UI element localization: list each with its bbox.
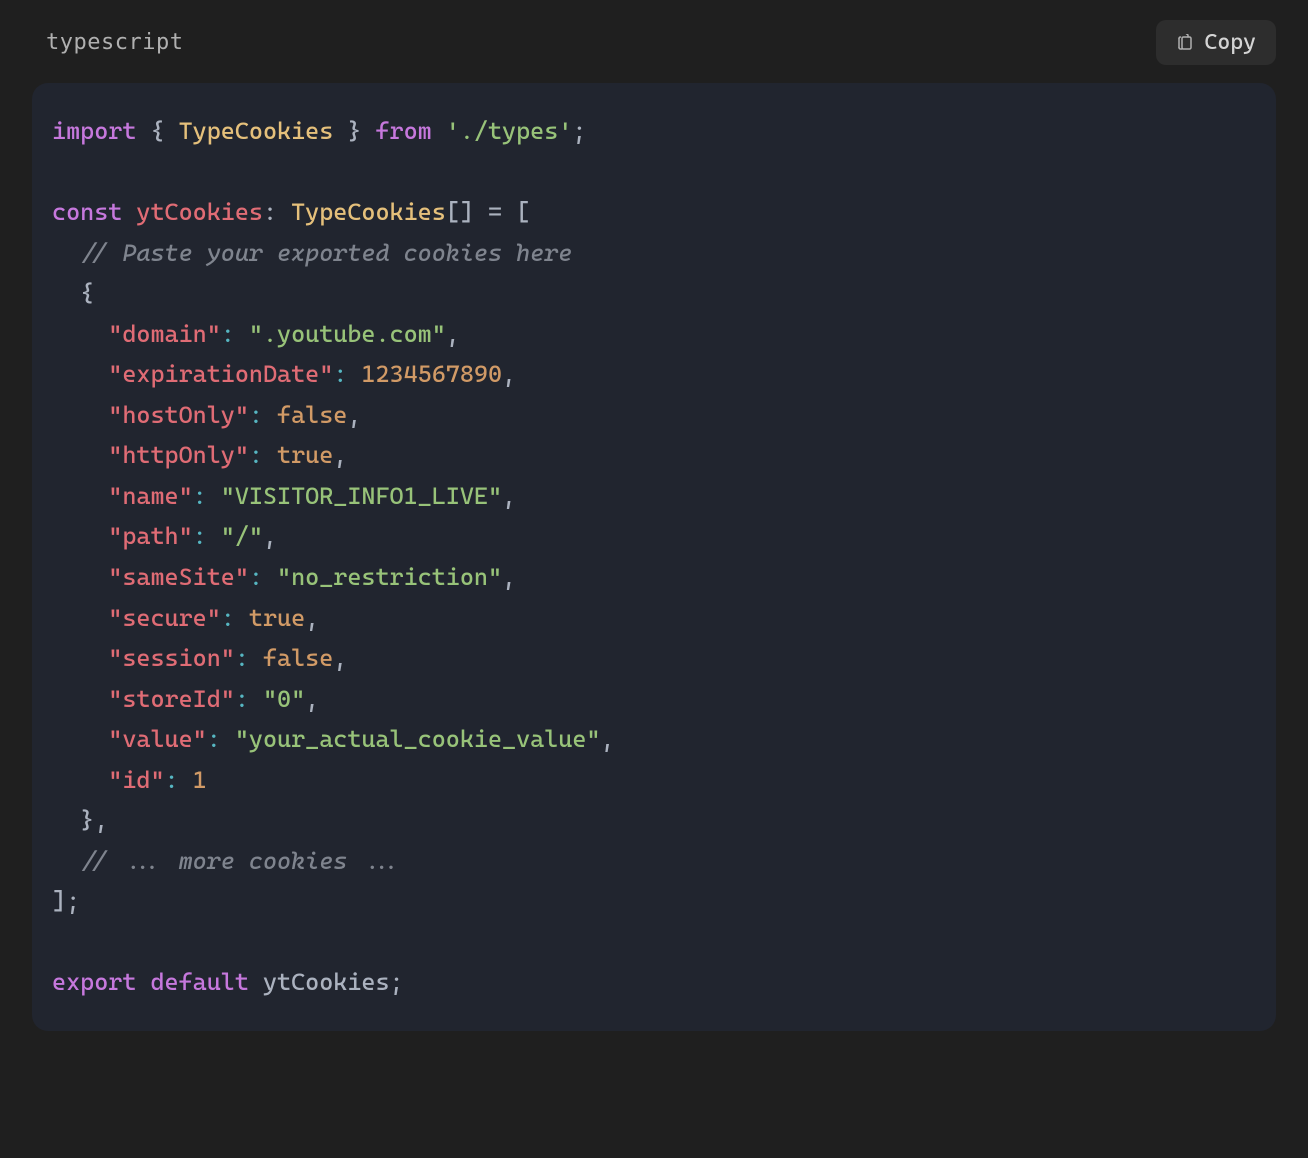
identifier: ytCookies (263, 968, 390, 996)
property-key: "name" (108, 482, 192, 510)
colon: : (333, 360, 347, 388)
comma: , (305, 604, 319, 632)
keyword-const: const (52, 198, 122, 226)
colon: : (221, 604, 235, 632)
colon: : (249, 441, 263, 469)
keyword-from: from (375, 117, 431, 145)
code-content: import { TypeCookies } from './types'; c… (52, 111, 1256, 1003)
boolean-literal: true (249, 604, 305, 632)
property-key: "path" (108, 522, 192, 550)
comma: , (305, 685, 319, 713)
property-key: "expirationDate" (108, 360, 333, 388)
comment: // Paste your exported cookies here (80, 239, 572, 267)
number-literal: 1234567890 (361, 360, 502, 388)
import-identifier: TypeCookies (179, 117, 334, 145)
property-key: "storeId" (108, 685, 235, 713)
brace: { (136, 117, 178, 145)
string-literal: "/" (221, 522, 263, 550)
boolean-literal: true (277, 441, 333, 469)
comma: , (263, 522, 277, 550)
colon: : (235, 685, 249, 713)
colon: : (193, 522, 207, 550)
string-literal: './types' (446, 117, 573, 145)
code-header: typescript Copy (0, 0, 1308, 75)
language-label: typescript (46, 30, 183, 55)
colon: : (249, 563, 263, 591)
type-annotation: TypeCookies (291, 198, 446, 226)
string-literal: "your_actual_cookie_value" (235, 725, 601, 753)
code-block[interactable]: import { TypeCookies } from './types'; c… (32, 83, 1276, 1031)
property-key: "secure" (108, 604, 221, 632)
colon: : (263, 198, 291, 226)
comma: , (600, 725, 614, 753)
property-key: "hostOnly" (108, 401, 249, 429)
comment: // ... more cookies ... (80, 847, 403, 875)
colon: : (193, 482, 207, 510)
punct: [] = [ (446, 198, 530, 226)
copy-button-label: Copy (1204, 30, 1256, 55)
property-key: "session" (108, 644, 235, 672)
code-snippet-container: typescript Copy import { TypeCookies } f… (0, 0, 1308, 1031)
comma: , (502, 360, 516, 388)
colon: : (165, 766, 179, 794)
comma: , (446, 320, 460, 348)
property-key: "sameSite" (108, 563, 249, 591)
comma: , (347, 401, 361, 429)
colon: : (235, 644, 249, 672)
semicolon: ; (572, 117, 586, 145)
keyword-export: export (52, 968, 136, 996)
semicolon: ; (390, 968, 404, 996)
brace: }, (52, 806, 108, 834)
copy-button[interactable]: Copy (1156, 20, 1276, 65)
space (122, 198, 136, 226)
brace: { (52, 279, 94, 307)
comma: , (502, 563, 516, 591)
keyword-import: import (52, 117, 136, 145)
string-literal: "VISITOR_INFO1_LIVE" (221, 482, 502, 510)
space (249, 968, 263, 996)
property-key: "value" (108, 725, 206, 753)
string-literal: "no_restriction" (277, 563, 502, 591)
property-key: "id" (108, 766, 164, 794)
comma: , (502, 482, 516, 510)
comma: , (333, 644, 347, 672)
space (432, 117, 446, 145)
brace: } (333, 117, 375, 145)
variable-name: ytCookies (136, 198, 263, 226)
property-key: "domain" (108, 320, 221, 348)
colon: : (207, 725, 221, 753)
string-literal: "0" (263, 685, 305, 713)
boolean-literal: false (277, 401, 347, 429)
clipboard-icon (1176, 33, 1194, 53)
space (136, 968, 150, 996)
bracket: ]; (52, 887, 80, 915)
number-literal: 1 (193, 766, 207, 794)
keyword-default: default (150, 968, 248, 996)
comma: , (333, 441, 347, 469)
boolean-literal: false (263, 644, 333, 672)
string-literal: ".youtube.com" (249, 320, 446, 348)
property-key: "httpOnly" (108, 441, 249, 469)
colon: : (221, 320, 235, 348)
colon: : (249, 401, 263, 429)
